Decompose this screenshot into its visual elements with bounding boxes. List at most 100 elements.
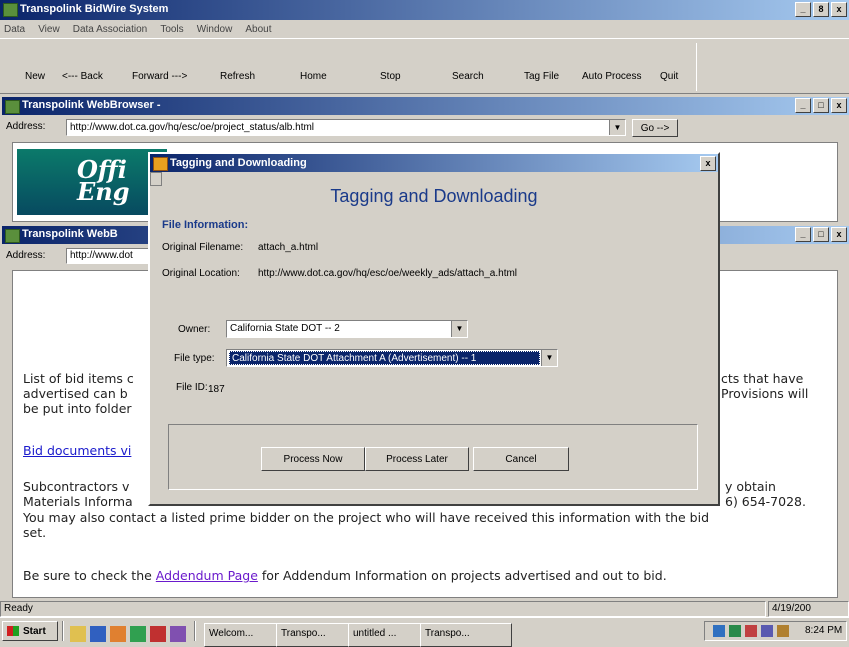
quicklaunch-app-icon[interactable]: [110, 626, 126, 642]
paragraph-prime-bidder: You may also contact a listed prime bidd…: [23, 510, 829, 540]
quicklaunch-folder-icon[interactable]: [70, 626, 86, 642]
filetype-label: File type:: [174, 353, 215, 364]
app-icon: [3, 3, 18, 17]
menu-about[interactable]: About: [245, 24, 271, 35]
original-filename-value: attach_a.html: [258, 242, 319, 253]
maximize-button[interactable]: 8: [813, 2, 829, 17]
system-tray: 8:24 PM: [704, 621, 847, 641]
task-label: Transpo...: [281, 628, 326, 639]
process-later-button[interactable]: Process Later: [365, 447, 469, 471]
dialog-title: Tagging and Downloading: [170, 157, 307, 169]
menu-view[interactable]: View: [38, 24, 60, 35]
browser1-titlebar: Transpolink WebBrowser - _ □ x: [2, 97, 849, 115]
browser1-scrollbar[interactable]: [838, 142, 849, 222]
tray-app3-icon[interactable]: [777, 625, 789, 637]
toolbar-tagfile-button[interactable]: Tag File: [524, 71, 559, 82]
toolbar-new-button[interactable]: New: [25, 71, 45, 82]
cancel-button[interactable]: Cancel: [473, 447, 569, 471]
text-line: set.: [23, 525, 47, 540]
browser1-addressbar: Address: http://www.dot.ca.gov/hq/esc/oe…: [2, 116, 849, 140]
paragraph-bid-items-left: List of bid items c advertised can b be …: [23, 371, 134, 416]
app-title: Transpolink BidWire System: [20, 3, 169, 15]
start-button[interactable]: Start: [2, 621, 58, 641]
browser1-address-label: Address:: [6, 121, 46, 132]
app-titlebar: Transpolink BidWire System _ 8 x: [0, 0, 849, 20]
quicklaunch-ie-icon[interactable]: [90, 626, 106, 642]
text-line: cts that have: [721, 371, 804, 386]
browser2-maximize-button[interactable]: □: [813, 227, 829, 242]
office-engineer-logo: Offi Eng: [17, 149, 167, 215]
text-line: Provisions will: [721, 386, 809, 401]
task-transpo-2[interactable]: Transpo...: [420, 623, 512, 647]
addendum-page-link[interactable]: Addendum Page: [156, 568, 258, 583]
dialog-close-button[interactable]: x: [700, 156, 716, 171]
menu-tools[interactable]: Tools: [160, 24, 183, 35]
toolbar-stop-button[interactable]: Stop: [380, 71, 401, 82]
tray-app2-icon[interactable]: [761, 625, 773, 637]
button-group-frame: Process Now Process Later Cancel: [168, 424, 698, 490]
fileid-label: File ID:: [176, 382, 208, 393]
browser2-close-button[interactable]: x: [831, 227, 847, 242]
task-label: Welcom...: [209, 628, 254, 639]
dialog-titlebar: Tagging and Downloading x: [150, 154, 718, 172]
text-line: advertised can b: [23, 386, 128, 401]
task-welcome[interactable]: Welcom...: [204, 623, 278, 647]
statusbar: Ready 4/19/200: [0, 601, 849, 617]
toolbar-search-button[interactable]: Search: [452, 71, 484, 82]
close-button[interactable]: x: [831, 2, 847, 17]
task-label: Transpo...: [425, 628, 470, 639]
toolbar-refresh-button[interactable]: Refresh: [220, 71, 255, 82]
toolbar-quit-button[interactable]: Quit: [660, 71, 678, 82]
toolbar-back-button[interactable]: <--- Back: [62, 71, 103, 82]
process-now-button[interactable]: Process Now: [261, 447, 365, 471]
browser1-minimize-button[interactable]: _: [795, 98, 811, 113]
browser2-scrollbar[interactable]: [838, 270, 849, 598]
quicklaunch-app3-icon[interactable]: [150, 626, 166, 642]
chevron-down-icon[interactable]: ▼: [609, 120, 625, 135]
browser1-address-input[interactable]: http://www.dot.ca.gov/hq/esc/oe/project_…: [66, 119, 626, 136]
minimize-button[interactable]: _: [795, 2, 811, 17]
text-line: 6) 654-7028.: [725, 494, 806, 509]
paragraph-subcontractors-right: y obtain 6) 654-7028.: [725, 479, 806, 509]
text-line: You may also contact a listed prime bidd…: [23, 510, 710, 525]
browser2-title: Transpolink WebB: [22, 228, 118, 240]
browser1-go-button[interactable]: Go -->: [632, 119, 678, 137]
owner-select-value: California State DOT -- 2: [230, 323, 340, 334]
task-untitled[interactable]: untitled ...: [348, 623, 422, 647]
toolbar-home-button[interactable]: Home: [300, 71, 327, 82]
toolbar-forward-button[interactable]: Forward --->: [132, 71, 187, 82]
dialog-system-menu-icon[interactable]: [150, 172, 162, 186]
quicklaunch-app4-icon[interactable]: [170, 626, 186, 642]
taskbar-divider: [62, 621, 64, 641]
tray-app-icon[interactable]: [745, 625, 757, 637]
main-toolbar: New <--- Back Forward ---> Refresh Home …: [0, 38, 849, 94]
tray-volume-icon[interactable]: [713, 625, 725, 637]
tray-network-icon[interactable]: [729, 625, 741, 637]
filetype-select[interactable]: California State DOT Attachment A (Adver…: [226, 349, 558, 367]
original-location-value: http://www.dot.ca.gov/hq/esc/oe/weekly_a…: [258, 268, 518, 279]
toolbar-divider: [696, 43, 697, 91]
status-text: Ready: [0, 601, 766, 617]
toolbar-autoprocess-button[interactable]: Auto Process: [582, 71, 641, 82]
quicklaunch-app2-icon[interactable]: [130, 626, 146, 642]
browser1-close-button[interactable]: x: [831, 98, 847, 113]
menu-data[interactable]: Data: [4, 24, 25, 35]
menu-window[interactable]: Window: [197, 24, 233, 35]
browser2-minimize-button[interactable]: _: [795, 227, 811, 242]
text-span: for Addendum Information on projects adv…: [257, 568, 667, 583]
browser2-address-label: Address:: [6, 250, 46, 261]
original-location-label: Original Location:: [162, 268, 240, 279]
owner-select[interactable]: California State DOT -- 2 ▼: [226, 320, 468, 338]
bid-documents-link[interactable]: Bid documents vi: [23, 443, 131, 458]
menubar: Data View Data Association Tools Window …: [4, 21, 282, 37]
owner-label: Owner:: [178, 324, 211, 335]
chevron-down-icon[interactable]: ▼: [541, 350, 557, 366]
menu-data-association[interactable]: Data Association: [73, 24, 148, 35]
task-transpo-1[interactable]: Transpo...: [276, 623, 350, 647]
paragraph-subcontractors-left: Subcontractors v Materials Informa: [23, 479, 133, 509]
chevron-down-icon[interactable]: ▼: [451, 321, 467, 337]
status-date: 4/19/200: [768, 601, 849, 617]
filetype-select-value: California State DOT Attachment A (Adver…: [229, 351, 540, 365]
dialog-heading: Tagging and Downloading: [330, 186, 538, 206]
browser1-maximize-button[interactable]: □: [813, 98, 829, 113]
